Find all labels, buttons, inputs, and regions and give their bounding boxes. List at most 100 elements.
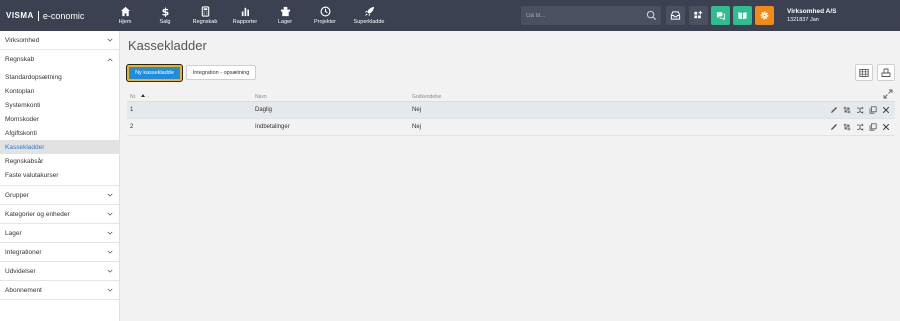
sort-ascending-icon <box>140 93 150 97</box>
nav-item-projekter[interactable]: Projekter <box>305 0 345 31</box>
home-icon <box>120 6 130 17</box>
shuffle-icon[interactable] <box>856 106 864 114</box>
add-widget-button[interactable] <box>689 6 708 25</box>
nav-item-superkladde[interactable]: Superkladde <box>345 0 393 31</box>
sidebar-section-lager[interactable]: Lager <box>0 224 119 243</box>
cell-approval: Nej <box>409 118 567 136</box>
chevron-down-icon <box>107 212 113 216</box>
edit-icon[interactable] <box>830 123 838 131</box>
cell-actions <box>566 118 895 136</box>
nav-label: Regnskab <box>192 19 218 25</box>
brand-mark: VISMA <box>6 11 34 20</box>
sidebar-section-udvidelser[interactable]: Udvidelser <box>0 262 119 281</box>
column-header-approval[interactable]: Godkendelse <box>409 91 566 101</box>
sidebar-section-label: Kategorier og enheder <box>5 210 70 218</box>
cell-name: Daglig <box>252 101 409 119</box>
dollar-icon: $ <box>161 6 169 17</box>
sidebar-section-regnskab[interactable]: Regnskab <box>0 50 119 69</box>
cashbook-table: Nr. Navn Godkendelse 1 Daglig Nej 2 Indb… <box>127 91 895 136</box>
search-box <box>521 6 661 25</box>
row-actions <box>569 122 895 131</box>
main-content: Kassekladder Ny kassekladde Integration … <box>120 31 900 321</box>
nav-item-hjem[interactable]: Hjem <box>105 0 145 31</box>
inbox-button[interactable] <box>666 6 685 25</box>
close-icon[interactable] <box>882 123 890 131</box>
sidebar-section-kategorier[interactable]: Kategorier og enheder <box>0 205 119 224</box>
column-header-label: Nr. <box>130 93 137 100</box>
print-icon <box>881 68 891 77</box>
cell-name: Indbetalinger <box>252 118 409 136</box>
sidebar-item-systemkonti[interactable]: Systemkonti <box>0 98 119 112</box>
nav-item-lager[interactable]: Lager <box>265 0 305 31</box>
company-user: 1321837 Jan <box>787 17 819 23</box>
nav-item-salg[interactable]: $ Salg <box>145 0 185 31</box>
cell-no: 2 <box>127 118 252 136</box>
sidebar-section-label: Integrationer <box>5 248 42 256</box>
sidebar-section-abonnement[interactable]: Abonnement <box>0 281 119 300</box>
sidebar-section-grupper[interactable]: Grupper <box>0 186 119 205</box>
search-input[interactable] <box>521 6 641 25</box>
chevron-down-icon <box>107 38 113 42</box>
print-button[interactable] <box>877 64 895 81</box>
nav-label: Superkladde <box>353 19 385 25</box>
sidebar-item-kontoplan[interactable]: Kontoplan <box>0 84 119 98</box>
search-icon[interactable] <box>646 10 657 21</box>
shuffle-icon[interactable] <box>856 123 864 131</box>
sidebar-section-integrationer[interactable]: Integrationer <box>0 243 119 262</box>
sidebar-item-kassekladder[interactable]: Kassekladder <box>0 140 119 154</box>
sidebar-section-label: Regnskab <box>5 56 35 63</box>
crop-icon[interactable] <box>843 106 851 114</box>
help-book-button[interactable] <box>733 6 752 25</box>
chat-icon <box>716 12 726 21</box>
nav-label: Rapporter <box>232 19 258 25</box>
cell-actions <box>566 101 895 119</box>
table-row[interactable]: 1 Daglig Nej <box>127 101 895 119</box>
crop-icon[interactable] <box>843 123 851 131</box>
sidebar-section-label: Lager <box>5 229 22 237</box>
nav-item-regnskab[interactable]: Regnskab <box>185 0 225 31</box>
logo-divider <box>37 10 39 21</box>
sidebar-section-label: Virksomhed <box>5 36 40 44</box>
column-header-no[interactable]: Nr. <box>127 91 252 101</box>
box-icon <box>280 6 290 17</box>
main-nav: Hjem $ Salg Regnskab Rapporter Lager Pro… <box>105 0 393 31</box>
chevron-down-icon <box>107 193 113 197</box>
nav-label: Salg <box>159 19 171 25</box>
gear-icon <box>760 11 769 20</box>
integration-setup-button[interactable]: Integration - opsætning <box>186 65 256 80</box>
rocket-icon <box>364 6 374 17</box>
svg-text:$: $ <box>161 6 169 17</box>
clock-icon <box>320 6 330 17</box>
nav-label: Projekter <box>313 19 336 25</box>
top-bar: VISMA e-conomic Hjem $ Salg Regnskab Rap… <box>0 0 900 31</box>
company-info[interactable]: Virksomhed A/S 1321837 Jan <box>787 8 837 24</box>
table-icon <box>859 68 869 77</box>
logo[interactable]: VISMA e-conomic <box>6 9 84 22</box>
table-header-row: Nr. Navn Godkendelse <box>127 91 895 101</box>
sidebar-item-standardopsaetning[interactable]: Standardopsætning <box>0 70 119 84</box>
edit-icon[interactable] <box>830 106 838 114</box>
nav-item-rapporter[interactable]: Rapporter <box>225 0 265 31</box>
sidebar-item-faste-valutakurser[interactable]: Faste valutakurser <box>0 168 119 182</box>
brand-product: e-conomic <box>42 10 85 21</box>
column-header-name[interactable]: Navn <box>252 91 409 101</box>
sidebar: Virksomhed Regnskab Standardopsætning Ko… <box>0 31 120 321</box>
sidebar-item-momskoder[interactable]: Momskoder <box>0 112 119 126</box>
copy-icon[interactable] <box>869 105 877 114</box>
new-cashbook-button[interactable]: Ny kassekladde <box>127 65 182 81</box>
sidebar-item-regnskabsaar[interactable]: Regnskabsår <box>0 154 119 168</box>
company-name: Virksomhed A/S <box>787 8 837 15</box>
page-title: Kassekladder <box>128 38 207 53</box>
cell-approval: Nej <box>409 101 567 119</box>
sidebar-item-afgiftskonti[interactable]: Afgiftskonti <box>0 126 119 140</box>
calculator-icon <box>201 6 209 17</box>
table-row[interactable]: 2 Indbetalinger Nej <box>127 118 895 136</box>
sidebar-section-virksomhed[interactable]: Virksomhed <box>0 31 119 50</box>
close-icon[interactable] <box>882 106 890 114</box>
settings-button[interactable] <box>755 6 774 25</box>
chat-button[interactable] <box>711 6 730 25</box>
nav-label: Hjem <box>118 19 132 25</box>
copy-icon[interactable] <box>869 122 877 131</box>
column-settings-button[interactable] <box>855 64 873 81</box>
sidebar-section-label: Abonnement <box>5 286 42 294</box>
